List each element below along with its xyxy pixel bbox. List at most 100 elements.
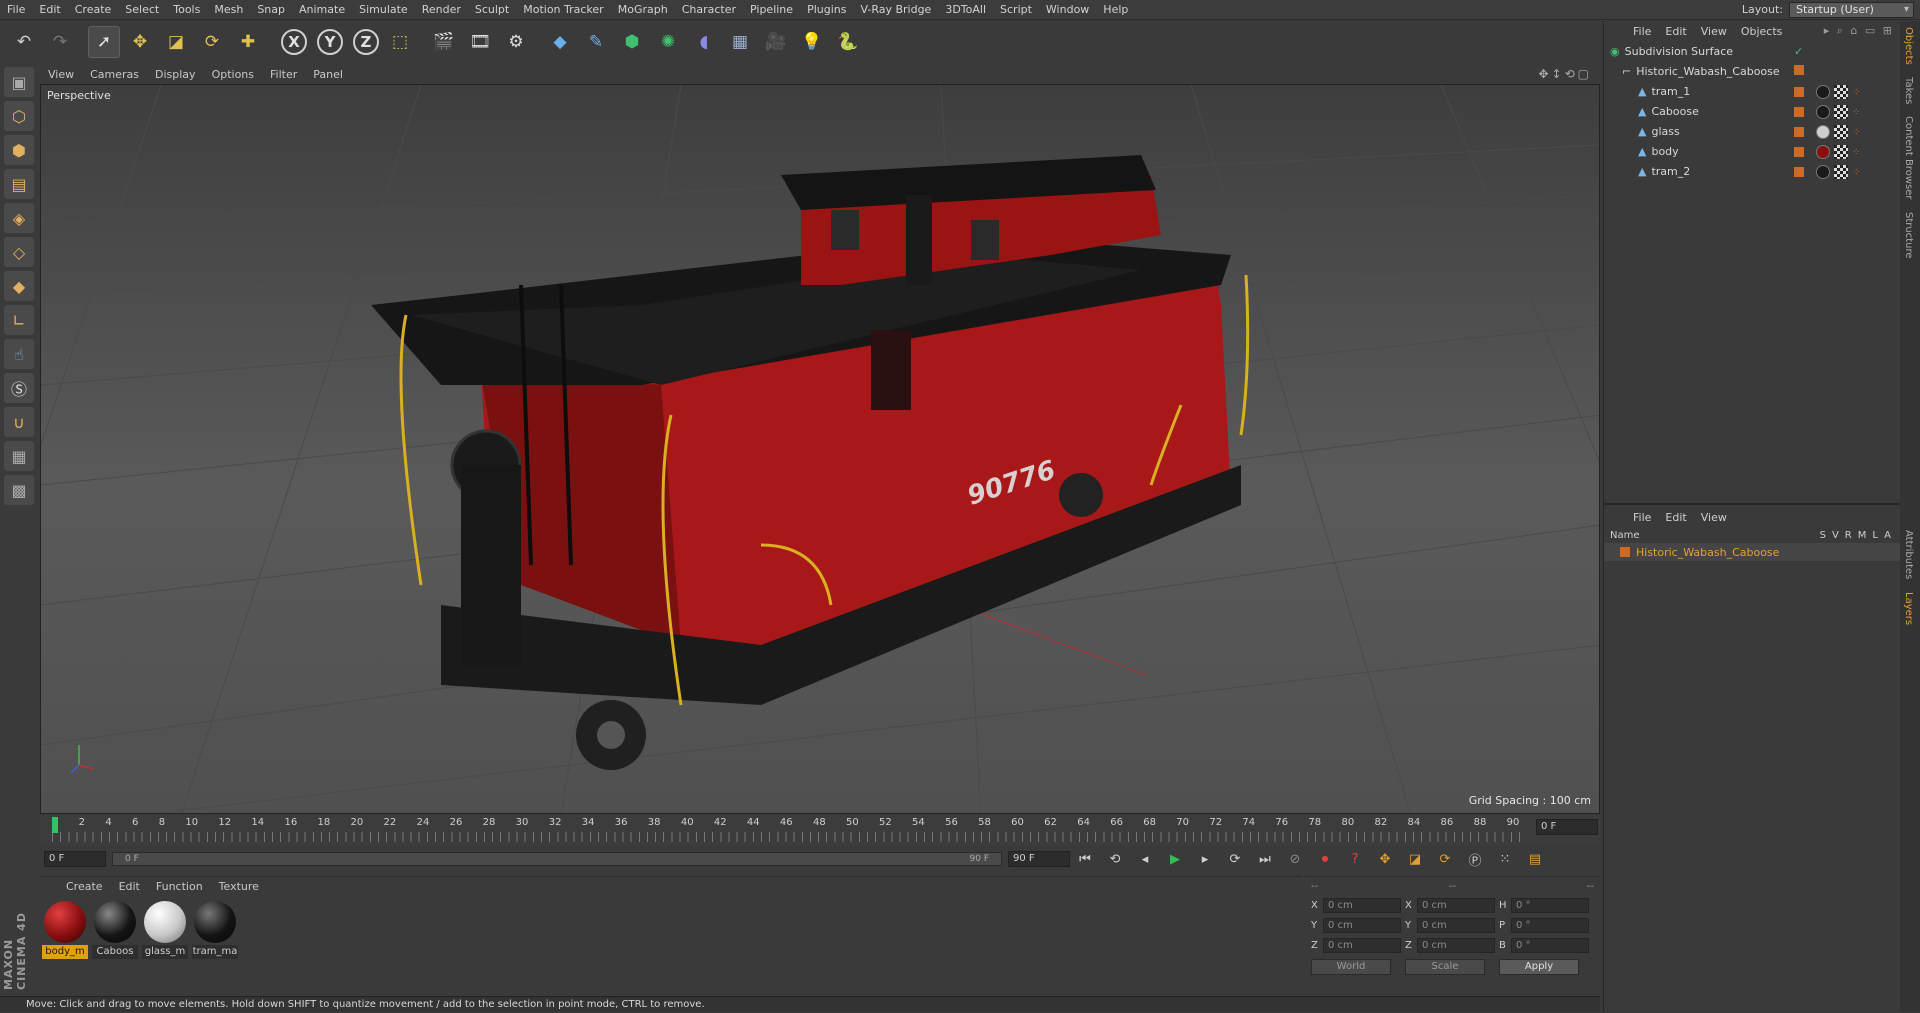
render-settings-icon[interactable]: ⚙ [500,26,532,58]
selection-tag-icon[interactable]: ⁘ [1852,167,1860,178]
play-icon[interactable]: ▶ [1164,849,1186,869]
add-icon[interactable]: ✚ [232,26,264,58]
menu-snap[interactable]: Snap [250,0,292,20]
render-picture-viewer-icon[interactable]: 🎞 [464,26,496,58]
layer-color-swatch[interactable] [1794,107,1804,117]
tree-item-historic-wabash-caboose[interactable]: ⌐ Historic_Wabash_Caboose [1604,61,1900,81]
tree-item-tram-1[interactable]: ▲ tram_1 ⁘ [1604,81,1900,101]
menu-mesh[interactable]: Mesh [207,0,250,20]
uvw-tag-icon[interactable] [1834,125,1848,139]
layer-color-swatch[interactable] [1620,547,1630,557]
deformer-icon[interactable]: ◖ [688,26,720,58]
uvw-tag-icon[interactable] [1834,165,1848,179]
record-icon[interactable]: ⏺ [1314,849,1336,869]
position-x-field[interactable]: 0 cm [1323,897,1401,913]
tree-item-tram-2[interactable]: ▲ tram_2 ⁘ [1604,161,1900,181]
size-z-field[interactable]: 0 cm [1417,937,1495,953]
menu-render[interactable]: Render [415,0,468,20]
menu-vray-bridge[interactable]: V-Ray Bridge [853,0,938,20]
coordinate-system-icon[interactable]: ⬚ [384,26,416,58]
apply-button[interactable]: Apply [1499,959,1579,975]
timeline-ruler[interactable] [52,832,1520,842]
viewport-menu-display[interactable]: Display [147,68,204,81]
layer-color-swatch[interactable] [1794,147,1804,157]
scale-icon[interactable]: ◪ [160,26,192,58]
subdivision-icon[interactable]: ⬢ [616,26,648,58]
material-item[interactable]: body_m [42,901,88,959]
undo-icon[interactable]: ↶ [8,26,40,58]
workplane-icon[interactable]: ▤ [4,169,34,199]
z-axis-icon[interactable]: Z [353,29,379,55]
position-z-field[interactable]: 0 cm [1323,937,1401,953]
selection-tag-icon[interactable]: ⁘ [1852,87,1860,98]
go-to-start-icon[interactable]: ⏮ [1074,849,1096,869]
material-item[interactable]: Caboos [92,901,138,959]
layer-color-swatch[interactable] [1794,127,1804,137]
material-item[interactable]: glass_m [142,901,188,959]
end-frame-field[interactable]: 90 F [1008,851,1070,867]
live-select-icon[interactable]: ➚ [88,26,120,58]
viewport-menu-view[interactable]: View [40,68,82,81]
position-y-field[interactable]: 0 cm [1323,917,1401,933]
tree-item-glass[interactable]: ▲ glass ⁘ [1604,121,1900,141]
viewport-menu-cameras[interactable]: Cameras [82,68,147,81]
size-mode-dropdown[interactable]: Scale [1405,959,1485,975]
selection-tag-icon[interactable]: ⁘ [1852,147,1860,158]
go-to-end-icon[interactable]: ⏭ [1254,849,1276,869]
menu-help[interactable]: Help [1096,0,1135,20]
layer-color-swatch[interactable] [1794,87,1804,97]
current-frame-field[interactable]: 0 F [1536,819,1598,835]
uvw-tag-icon[interactable] [1834,145,1848,159]
move-icon[interactable]: ✥ [124,26,156,58]
rotation-b-field[interactable]: 0 ° [1511,937,1589,953]
key-position-icon[interactable]: ✥ [1374,849,1396,869]
object-menu-view[interactable]: View [1694,25,1734,38]
tab-objects[interactable]: Objects [1900,21,1917,71]
redo-icon[interactable]: ↷ [44,26,76,58]
object-menu-objects[interactable]: Objects [1734,25,1790,38]
texture-mode-icon[interactable]: ⬢ [4,135,34,165]
object-menu-edit[interactable]: Edit [1658,25,1693,38]
viewport-nav-icons[interactable]: ✥↕⟲▢ [1538,67,1592,81]
points-mode-icon[interactable]: ◈ [4,203,34,233]
size-x-field[interactable]: 0 cm [1417,897,1495,913]
tab-attributes[interactable]: Attributes [1900,524,1917,585]
rotate-icon[interactable]: ⟳ [196,26,228,58]
viewport-menu-filter[interactable]: Filter [262,68,305,81]
previous-key-icon[interactable]: ⟲ [1104,849,1126,869]
menu-script[interactable]: Script [993,0,1039,20]
layer-menu-edit[interactable]: Edit [1658,511,1693,524]
menu-select[interactable]: Select [118,0,166,20]
material-item[interactable]: tram_ma [192,901,238,959]
object-manager-toolbar-icons[interactable]: ▸ ⌕ ⌂ ▭ ⊞ [1824,24,1900,38]
magnet-icon[interactable]: ∪ [4,407,34,437]
uvw-tag-icon[interactable] [1834,105,1848,119]
checkmark-icon[interactable]: ✓ [1794,45,1803,58]
tree-item-body[interactable]: ▲ body ⁘ [1604,141,1900,161]
tab-layers[interactable]: Layers [1900,586,1917,631]
edges-mode-icon[interactable]: ◇ [4,237,34,267]
grid-snap-icon[interactable]: ▦ [4,441,34,471]
viewport-menu-options[interactable]: Options [204,68,262,81]
y-axis-icon[interactable]: Y [317,29,343,55]
autokey-icon[interactable]: ? [1344,849,1366,869]
pen-icon[interactable]: ✎ [580,26,612,58]
layer-color-swatch[interactable] [1794,167,1804,177]
preview-range-slider[interactable]: 0 F 90 F [112,852,1002,866]
selection-tag-icon[interactable]: ⁘ [1852,107,1860,118]
lock-workplane-icon[interactable]: ▩ [4,475,34,505]
tweak-icon[interactable]: ☝ [4,339,34,369]
rotation-h-field[interactable]: 0 ° [1511,897,1589,913]
material-tag-icon[interactable] [1816,125,1830,139]
tab-takes[interactable]: Takes [1900,71,1917,110]
menu-file[interactable]: File [0,0,32,20]
key-scale-icon[interactable]: ◪ [1404,849,1426,869]
rotation-p-field[interactable]: 0 ° [1511,917,1589,933]
material-menu-texture[interactable]: Texture [211,880,267,893]
object-menu-file[interactable]: File [1626,25,1658,38]
menu-character[interactable]: Character [675,0,743,20]
key-rotation-icon[interactable]: ⟳ [1434,849,1456,869]
tab-structure[interactable]: Structure [1900,206,1917,265]
render-view-icon[interactable]: 🎬 [428,26,460,58]
selection-tag-icon[interactable]: ⁘ [1852,127,1860,138]
